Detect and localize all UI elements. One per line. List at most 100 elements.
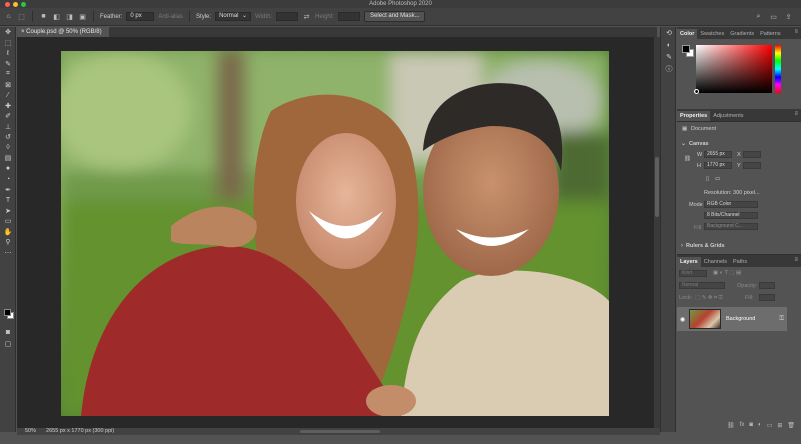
tab-paths[interactable]: Paths [730, 257, 750, 267]
document-image[interactable] [61, 51, 609, 416]
properties-panel-tabs: Properties Adjustments ≡ [677, 109, 801, 121]
quick-mask-icon[interactable]: ◙ [0, 327, 16, 338]
edit-toolbar-icon[interactable]: ⋯ [0, 248, 16, 259]
document-info[interactable]: 2655 px x 1770 px (300 ppi) [46, 428, 114, 435]
history-icon[interactable]: ⟲ [661, 27, 677, 39]
share-icon[interactable]: ⇪ [784, 12, 793, 21]
foreground-color-swatch[interactable] [4, 309, 11, 316]
panel-menu-icon[interactable]: ≡ [794, 257, 798, 263]
screen-mode-icon[interactable]: ▢ [0, 339, 16, 350]
color-foreground-swatch[interactable] [682, 45, 690, 53]
portrait-orientation-icon[interactable]: ▯ [706, 176, 709, 182]
bit-depth-select[interactable]: 8 Bits/Channel [704, 212, 758, 219]
quick-selection-tool-icon[interactable]: ✎ [0, 59, 16, 70]
panel-menu-icon[interactable]: ≡ [794, 29, 798, 35]
canvas-x-field[interactable] [743, 151, 761, 158]
crop-tool-icon[interactable]: ⌗ [0, 69, 16, 80]
tab-properties[interactable]: Properties [677, 111, 711, 121]
new-selection-icon[interactable]: ■ [39, 12, 48, 21]
brushes-icon[interactable]: ✎ [661, 51, 677, 63]
intersect-selection-icon[interactable]: ▣ [78, 12, 87, 21]
opacity-field[interactable] [759, 282, 775, 289]
canvas-height-field[interactable]: 1770 px [704, 162, 732, 169]
tab-layers[interactable]: Layers [677, 257, 701, 267]
fill-label: Fill [694, 225, 702, 231]
move-tool-icon[interactable]: ✥ [0, 27, 16, 38]
gradient-tool-icon[interactable]: ▤ [0, 153, 16, 164]
antialias-checkbox[interactable]: Anti-alias [158, 14, 183, 20]
layer-filter-icons[interactable]: ▣ ◐ T ⬚ ▤ [713, 270, 741, 276]
tab-gradients[interactable]: Gradients [727, 29, 757, 39]
canvas-area[interactable] [17, 37, 654, 428]
tab-color[interactable]: Color [677, 29, 698, 39]
height-input[interactable] [338, 12, 361, 21]
feather-input[interactable]: 0 px [126, 12, 155, 21]
panel-menu-icon[interactable]: ≡ [794, 111, 798, 117]
style-select[interactable]: Normal ⌄ [215, 12, 252, 21]
landscape-orientation-icon[interactable]: ▭ [715, 176, 720, 182]
chevron-right-icon: › [681, 243, 683, 249]
history-brush-tool-icon[interactable]: ↺ [0, 132, 16, 143]
brush-tool-icon[interactable]: ✐ [0, 111, 16, 122]
tab-patterns[interactable]: Patterns [757, 29, 783, 39]
select-and-mask-button[interactable]: Select and Mask... [364, 11, 426, 22]
new-layer-icon[interactable]: ⊞ [777, 422, 782, 430]
blur-tool-icon[interactable]: ● [0, 164, 16, 175]
eyedropper-tool-icon[interactable]: ⁄ [0, 90, 16, 101]
frame-tool-icon[interactable]: ⊠ [0, 80, 16, 91]
document-tab[interactable]: × Couple.psd @ 50% (RGB/8) [17, 27, 109, 37]
trash-icon[interactable]: 🗑 [787, 422, 795, 430]
eraser-tool-icon[interactable]: ◊ [0, 143, 16, 154]
filter-kind-select[interactable]: Kind [679, 270, 707, 277]
healing-brush-tool-icon[interactable]: ✚ [0, 101, 16, 112]
search-icon[interactable]: ⌕ [754, 12, 763, 21]
horizontal-scrollbar[interactable] [300, 430, 380, 433]
layer-row-background[interactable]: ◉ Background ⚿ [677, 307, 787, 331]
adjustments-icon[interactable]: ◐ [661, 39, 677, 51]
swap-dimensions-icon[interactable]: ⇄ [302, 12, 311, 21]
canvas-section-header[interactable]: ⌄ Canvas [681, 140, 709, 147]
marquee-tool-icon[interactable]: ⬚ [0, 38, 16, 49]
visibility-eye-icon[interactable]: ◉ [680, 316, 685, 323]
home-icon[interactable]: ⌂ [4, 12, 13, 21]
canvas-width-field[interactable]: 2655 px [704, 151, 732, 158]
width-input[interactable] [276, 12, 299, 21]
dodge-tool-icon[interactable]: ◔ [0, 174, 16, 185]
fx-icon[interactable]: fx [740, 422, 745, 430]
tab-adjustments[interactable]: Adjustments [710, 111, 746, 121]
scroll-thumb[interactable] [655, 157, 659, 217]
zoom-tool-icon[interactable]: ⚲ [0, 237, 16, 248]
path-selection-tool-icon[interactable]: ➤ [0, 206, 16, 217]
add-to-selection-icon[interactable]: ◧ [52, 12, 61, 21]
layers-panel-tabs: Layers Channels Paths ≡ [677, 255, 801, 267]
info-icon[interactable]: ⓘ [661, 63, 677, 75]
lasso-tool-icon[interactable]: ℓ [0, 48, 16, 59]
add-mask-icon[interactable]: ◙ [749, 422, 753, 430]
hue-slider[interactable] [775, 45, 781, 93]
link-layers-icon[interactable]: ⛓ [727, 422, 735, 430]
fill-select[interactable]: Background C... [704, 223, 758, 230]
lock-icons[interactable]: ⬚ ✎ ✥ ⌗ ⚿ [695, 295, 723, 302]
subtract-from-selection-icon[interactable]: ◨ [65, 12, 74, 21]
link-icon[interactable]: ⛓ [684, 156, 691, 162]
zoom-level[interactable]: 50% [25, 428, 36, 435]
type-tool-icon[interactable]: T [0, 195, 16, 206]
rectangle-tool-icon[interactable]: ▭ [0, 216, 16, 227]
clone-stamp-tool-icon[interactable]: ⊥ [0, 122, 16, 133]
adjustment-layer-icon[interactable]: ◐ [758, 422, 762, 430]
mode-select[interactable]: RGB Color [704, 201, 758, 208]
workspace-icon[interactable]: ▭ [769, 12, 778, 21]
group-icon[interactable]: ▭ [767, 422, 773, 430]
rulers-grids-section-header[interactable]: › Rulers & Grids [681, 243, 725, 249]
canvas-y-field[interactable] [743, 162, 761, 169]
fill-opacity-field[interactable] [759, 294, 775, 301]
pen-tool-icon[interactable]: ✒ [0, 185, 16, 196]
blend-mode-select[interactable]: Normal [679, 282, 725, 289]
tab-swatches[interactable]: Swatches [697, 29, 727, 39]
hand-tool-icon[interactable]: ✋ [0, 227, 16, 238]
color-picker-field[interactable] [696, 45, 772, 93]
color-picker-cursor[interactable] [694, 89, 699, 94]
marquee-tool-preset-icon[interactable]: ⬚ [17, 12, 26, 21]
tab-channels[interactable]: Channels [701, 257, 730, 267]
width-label: Width: [255, 13, 273, 20]
